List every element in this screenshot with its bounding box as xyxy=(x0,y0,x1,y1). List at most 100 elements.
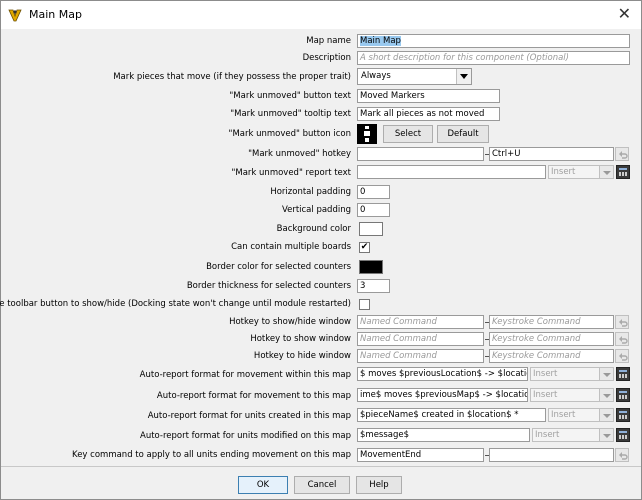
report-to-field[interactable]: ime$ moves $previousMap$ -> $location$ * xyxy=(357,388,528,402)
report-to-label: Auto-report format for movement to this … xyxy=(156,391,351,401)
moved-markers-icon xyxy=(357,124,377,144)
mark-pieces-label: Mark pieces that move (if they possess t… xyxy=(113,72,351,82)
row-hotkey-show: Hotkey to show window Named Command Keys… xyxy=(1,332,641,348)
report-modified-label: Auto-report format for units modified on… xyxy=(140,431,351,441)
report-within-insert-select[interactable]: Insert xyxy=(530,367,614,381)
vassal-app-icon xyxy=(8,9,22,22)
unmoved-hotkey-named-field[interactable] xyxy=(357,147,484,161)
row-unmoved-hotkey: "Mark unmoved" hotkey Ctrl+U xyxy=(1,147,641,163)
button-bar: OK Cancel Help xyxy=(1,468,641,499)
background-color-swatch[interactable] xyxy=(359,222,383,236)
multiple-boards-label: Can contain multiple boards xyxy=(231,242,351,252)
unmoved-hotkey-keystroke-field[interactable]: Ctrl+U xyxy=(489,147,614,161)
row-horizontal-padding: Horizontal padding 0 xyxy=(1,185,641,201)
report-created-field[interactable]: $pieceName$ created in $location$ * xyxy=(357,408,546,422)
key-command-named-field[interactable]: MovementEnd xyxy=(357,448,484,462)
unmoved-report-field[interactable] xyxy=(357,165,546,179)
insert-label: Insert xyxy=(533,390,558,400)
window-title: Main Map xyxy=(29,8,82,21)
description-label: Description xyxy=(302,53,351,63)
vertical-padding-field[interactable]: 0 xyxy=(357,203,390,217)
unmoved-icon-label: "Mark unmoved" button icon xyxy=(228,129,351,139)
row-unmoved-button-text: "Mark unmoved" button text Moved Markers xyxy=(1,89,641,105)
description-field[interactable]: A short description for this component (… xyxy=(357,51,630,65)
hotkey-hide-keystroke-field[interactable]: Keystroke Command xyxy=(489,349,614,363)
row-report-modified: Auto-report format for units modified on… xyxy=(1,428,641,446)
row-hotkey-showhide: Hotkey to show/hide window Named Command… xyxy=(1,315,641,331)
unmoved-tooltip-field[interactable]: Mark all pieces as not moved xyxy=(357,107,500,121)
row-border-color: Border color for selected counters xyxy=(1,259,641,275)
row-report-to: Auto-report format for movement to this … xyxy=(1,388,641,406)
insert-label: Insert xyxy=(533,369,558,379)
insert-label: Insert xyxy=(551,167,576,177)
map-name-field[interactable]: Main Map xyxy=(357,34,630,48)
calculator-icon[interactable] xyxy=(616,367,630,381)
horizontal-padding-field[interactable]: 0 xyxy=(357,185,390,199)
row-report-within: Auto-report format for movement within t… xyxy=(1,367,641,385)
hotkey-hide-named-field[interactable]: Named Command xyxy=(357,349,484,363)
properties-panel: Map name Main Map Description A short de… xyxy=(0,30,641,467)
hotkey-hide-label: Hotkey to hide window xyxy=(253,351,351,361)
report-to-insert-select[interactable]: Insert xyxy=(530,388,614,402)
hotkey-showhide-keystroke-field[interactable]: Keystroke Command xyxy=(489,315,614,329)
report-within-field[interactable]: $ moves $previousLocation$ -> $location$… xyxy=(357,367,528,381)
report-created-insert-select[interactable]: Insert xyxy=(548,408,614,422)
calculator-icon[interactable] xyxy=(616,388,630,402)
unmoved-hotkey-label: "Mark unmoved" hotkey xyxy=(248,149,351,159)
report-modified-field[interactable]: $message$ xyxy=(357,428,530,442)
row-mark-pieces: Mark pieces that move (if they possess t… xyxy=(1,68,641,86)
vertical-padding-label: Vertical padding xyxy=(281,205,351,215)
border-color-swatch[interactable] xyxy=(359,260,383,274)
hotkey-show-label: Hotkey to show window xyxy=(250,334,351,344)
unmoved-report-label: "Mark unmoved" report text xyxy=(231,168,351,178)
chevron-down-icon[interactable] xyxy=(599,368,613,380)
select-icon-button[interactable]: Select xyxy=(383,125,433,143)
key-command-keystroke-field[interactable] xyxy=(489,448,614,462)
row-report-created: Auto-report format for units created in … xyxy=(1,408,641,426)
row-hotkey-hide: Hotkey to hide window Named Command Keys… xyxy=(1,349,641,365)
chevron-down-icon[interactable] xyxy=(599,429,613,441)
hotkey-showhide-named-field[interactable]: Named Command xyxy=(357,315,484,329)
ok-button[interactable]: OK xyxy=(238,476,288,494)
chevron-down-icon[interactable] xyxy=(599,409,613,421)
undo-icon[interactable] xyxy=(615,448,629,462)
undo-icon[interactable] xyxy=(615,349,629,363)
calculator-icon[interactable] xyxy=(616,165,630,179)
chevron-down-icon[interactable] xyxy=(599,166,613,178)
help-button[interactable]: Help xyxy=(356,476,402,494)
calculator-icon[interactable] xyxy=(616,428,630,442)
insert-label: Insert xyxy=(535,430,560,440)
toolbar-button-checkbox[interactable] xyxy=(359,299,370,310)
row-border-thickness: Border thickness for selected counters 3 xyxy=(1,279,641,295)
border-thickness-label: Border thickness for selected counters xyxy=(186,281,351,291)
chevron-down-icon[interactable] xyxy=(456,69,471,84)
hotkey-show-named-field[interactable]: Named Command xyxy=(357,332,484,346)
close-icon[interactable]: ✕ xyxy=(618,4,631,23)
chevron-down-icon[interactable] xyxy=(599,389,613,401)
undo-icon[interactable] xyxy=(615,147,629,161)
undo-icon[interactable] xyxy=(615,315,629,329)
row-background-color: Background color xyxy=(1,221,641,237)
key-command-label: Key command to apply to all units ending… xyxy=(72,450,351,460)
multiple-boards-checkbox[interactable]: ✔ xyxy=(359,242,370,253)
border-color-label: Border color for selected counters xyxy=(206,262,351,272)
unmoved-button-text-label: "Mark unmoved" button text xyxy=(229,91,351,101)
cancel-button[interactable]: Cancel xyxy=(294,476,350,494)
default-icon-button[interactable]: Default xyxy=(437,125,489,143)
calculator-icon[interactable] xyxy=(616,408,630,422)
unmoved-button-text-field[interactable]: Moved Markers xyxy=(357,89,500,103)
title-bar: Main Map ✕ xyxy=(1,1,641,29)
report-modified-insert-select[interactable]: Insert xyxy=(532,428,614,442)
hotkey-showhide-label: Hotkey to show/hide window xyxy=(229,317,351,327)
undo-icon[interactable] xyxy=(615,332,629,346)
border-thickness-field[interactable]: 3 xyxy=(357,279,390,293)
unmoved-report-insert-select[interactable]: Insert xyxy=(548,165,614,179)
dialog-window: Main Map ✕ Map name Main Map Description… xyxy=(0,0,642,500)
row-unmoved-icon: "Mark unmoved" button icon Select Defaul… xyxy=(1,124,641,144)
map-name-label: Map name xyxy=(306,36,351,46)
background-color-label: Background color xyxy=(276,224,351,234)
hotkey-show-keystroke-field[interactable]: Keystroke Command xyxy=(489,332,614,346)
row-unmoved-report: "Mark unmoved" report text Insert xyxy=(1,165,641,183)
mark-pieces-value: Always xyxy=(361,71,391,81)
mark-pieces-select[interactable]: Always xyxy=(357,68,472,85)
